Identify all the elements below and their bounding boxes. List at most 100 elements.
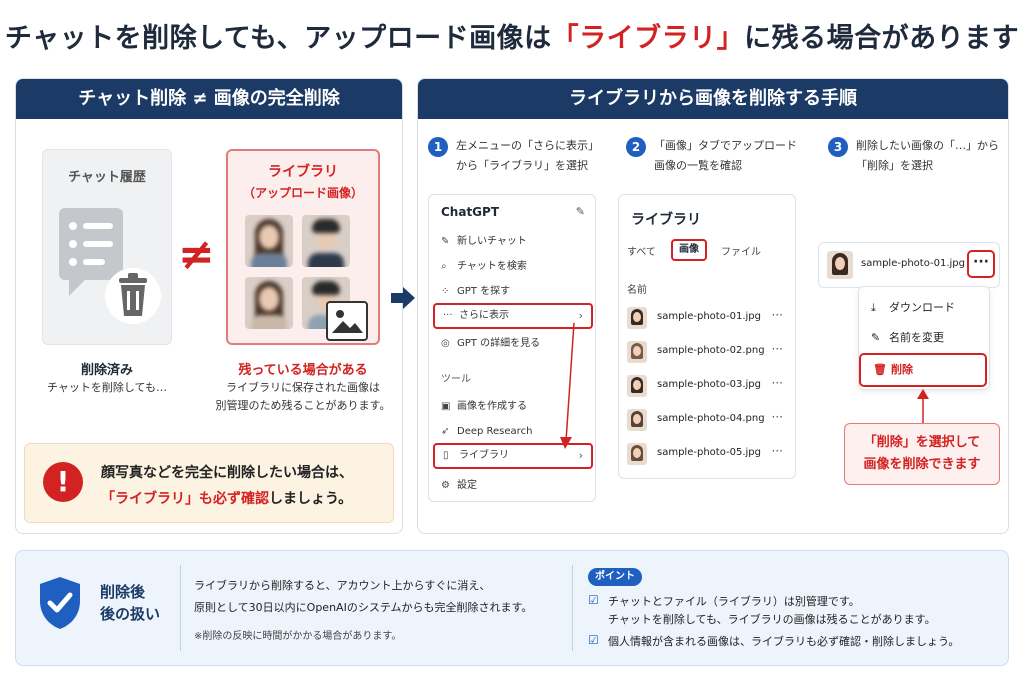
- trash-icon: 🗑: [873, 363, 887, 376]
- new-chat-icon[interactable]: ✎: [576, 205, 585, 218]
- photo-thumbnail: [245, 215, 293, 267]
- menu-item-label: チャットを検索: [457, 261, 527, 272]
- chat-history-card: チャット履歴: [42, 149, 172, 345]
- context-item-rename[interactable]: ✎ 名前を変更: [871, 329, 944, 345]
- compass-icon: ◎: [441, 338, 450, 349]
- point-1-line-2: チャットを削除しても、ライブラリの画像は残ることがあります。: [608, 613, 936, 626]
- check-icon: ☑: [588, 633, 599, 647]
- menu-item-label: GPT の詳細を見る: [457, 338, 541, 349]
- list-item[interactable]: sample-photo-01.jpg ···: [627, 303, 791, 331]
- step-3-line-2: 「削除」を選択: [856, 159, 933, 172]
- divider: [572, 565, 573, 651]
- after-delete-text-2: 原則として30日以内にOpenAIのシステムからも完全削除されます。: [194, 601, 533, 614]
- tab-all[interactable]: すべて: [627, 243, 656, 258]
- warning-line-1: 顔写真などを完全に削除したい場合は、: [101, 465, 353, 481]
- step-3-line-1: 削除したい画像の「…」から: [856, 139, 999, 152]
- context-menu: ⤓ ダウンロード ✎ 名前を変更 🗑 削除: [858, 286, 990, 390]
- left-panel-header: チャット削除 ≠ 画像の完全削除: [16, 79, 402, 119]
- after-delete-text-1: ライブラリから削除すると、アカウント上からすぐに消え、: [194, 579, 491, 592]
- menu-item-label: さらに表示: [459, 310, 509, 321]
- menu-item-label: 画像を作成する: [457, 401, 527, 412]
- after-delete-label-line-2: 後の扱い: [100, 605, 161, 623]
- menu-item-label: GPT を探す: [457, 286, 511, 297]
- title-highlight: 「ライブラリ」: [551, 23, 745, 54]
- more-options-icon[interactable]: ···: [772, 308, 783, 322]
- context-item-delete[interactable]: 🗑 削除: [859, 353, 987, 387]
- context-item-download[interactable]: ⤓ ダウンロード: [871, 299, 955, 315]
- grid-icon: ⁘: [441, 286, 450, 297]
- warning-line-2: 「ライブラリ」も必ず確認しましょう。: [101, 488, 352, 508]
- point-1-line-1: チャットとファイル（ライブラリ）は別管理です。: [608, 595, 860, 608]
- menu-item-new-chat[interactable]: ✎ 新しいチャット: [441, 233, 527, 251]
- edit-icon: ✎: [441, 236, 450, 247]
- library-sublabel: （アップロード画像）: [242, 186, 363, 200]
- menu-item-deep-research[interactable]: ➶ Deep Research: [441, 423, 532, 441]
- download-icon: ⤓: [871, 301, 876, 314]
- list-item[interactable]: sample-photo-04.png ···: [627, 405, 791, 433]
- menu-item-settings[interactable]: ⚙ 設定: [441, 477, 477, 495]
- warning-rest: しましょう。: [269, 491, 353, 507]
- not-equal-symbol: ≠: [178, 229, 215, 280]
- photo-thumbnail: [627, 307, 647, 329]
- step-1-number: 1: [428, 137, 448, 157]
- delete-note-line-2: 画像を削除できます: [863, 457, 981, 472]
- more-options-icon[interactable]: ···: [772, 444, 783, 458]
- step-2-number: 2: [626, 137, 646, 157]
- connector-arrow: [560, 323, 575, 449]
- arrow-up-icon: [917, 389, 929, 425]
- menu-item-label: 新しいチャット: [457, 236, 527, 247]
- list-item[interactable]: sample-photo-02.png ···: [627, 337, 791, 365]
- library-label: ライブラリ: [268, 164, 338, 180]
- context-item-label: 名前を変更: [889, 331, 944, 344]
- bottom-panel: 削除後 後の扱い ライブラリから削除すると、アカウント上からすぐに消え、 原則と…: [15, 550, 1009, 666]
- more-options-icon[interactable]: ···: [772, 410, 783, 424]
- chat-history-label: チャット履歴: [68, 170, 146, 185]
- more-options-icon[interactable]: ···: [772, 376, 783, 390]
- context-item-label: 削除: [891, 363, 913, 376]
- menu-item-label: Deep Research: [457, 426, 533, 437]
- exclamation-icon: !: [43, 462, 83, 502]
- library-panel: ライブラリ すべて 画像 ファイル 名前 sample-photo-01.jpg…: [618, 194, 796, 479]
- image-icon: ▣: [441, 401, 451, 412]
- tab-images[interactable]: 画像: [671, 239, 707, 261]
- rocket-icon: ➶: [441, 426, 450, 437]
- divider: [180, 565, 181, 651]
- menu-item-search-chat[interactable]: ⌕ チャットを検索: [441, 258, 527, 276]
- deleted-title: 削除済み: [80, 363, 133, 378]
- pencil-icon: ✎: [871, 331, 881, 344]
- photo-thumbnail: [627, 443, 647, 465]
- more-dots-icon: ···: [443, 310, 453, 321]
- photo-thumbnail: [627, 341, 647, 363]
- photo-thumbnail: [627, 409, 647, 431]
- menu-item-label: ライブラリ: [459, 450, 509, 461]
- after-delete-label: 削除後 後の扱い: [100, 581, 160, 625]
- menu-item-gpt-details[interactable]: ◎ GPT の詳細を見る: [441, 335, 540, 353]
- step-3-number: 3: [828, 137, 848, 157]
- tab-files[interactable]: ファイル: [721, 243, 761, 258]
- file-name: sample-photo-01.jpg: [657, 311, 761, 322]
- warning-box: ! 顔写真などを完全に削除したい場合は、 「ライブラリ」も必ず確認しましょう。: [24, 443, 394, 523]
- menu-item-create-image[interactable]: ▣ 画像を作成する: [441, 398, 527, 416]
- list-item[interactable]: sample-photo-05.jpg ···: [627, 439, 791, 467]
- right-panel-header: ライブラリから画像を削除する手順: [418, 79, 1008, 119]
- photo-thumbnail: [627, 375, 647, 397]
- page-title: チャットを削除しても、アップロード画像は「ライブラリ」に残る場合があります: [0, 16, 1024, 55]
- step-1-line-1: 左メニューの「さらに表示」: [456, 139, 599, 152]
- menu-item-explore-gpt[interactable]: ⁘ GPT を探す: [441, 283, 510, 301]
- delete-note-box: 「削除」を選択して 画像を削除できます: [844, 423, 1000, 485]
- selected-file-item[interactable]: sample-photo-01.jpg ···: [818, 242, 1000, 288]
- file-name: sample-photo-03.jpg: [657, 379, 761, 390]
- more-options-icon[interactable]: ···: [967, 250, 995, 278]
- file-name: sample-photo-04.png: [657, 413, 765, 424]
- gear-icon: ⚙: [441, 480, 450, 491]
- step-2-line-1: 「画像」タブでアップロード: [654, 139, 797, 152]
- check-icon: ☑: [588, 593, 599, 607]
- remains-text-2: 別管理のため残ることがあります。: [215, 399, 391, 412]
- search-icon: ⌕: [441, 261, 447, 272]
- menu-section-tools: ツール: [441, 374, 471, 385]
- list-item[interactable]: sample-photo-03.jpg ···: [627, 371, 791, 399]
- app-name: ChatGPT: [441, 205, 500, 219]
- more-options-icon[interactable]: ···: [772, 342, 783, 356]
- column-header-name: 名前: [627, 285, 647, 296]
- remains-text-1: ライブラリに保存された画像は: [226, 381, 380, 394]
